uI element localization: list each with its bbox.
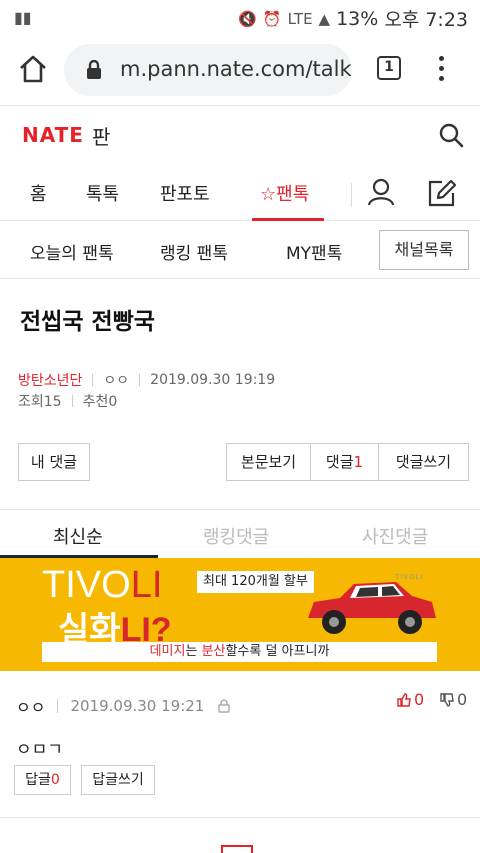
site-header: NATE 판 (0, 107, 480, 163)
signal-icon: ▲ (318, 9, 331, 28)
next-element-fragment (221, 845, 253, 853)
notification-icon: ▮▮ (14, 8, 32, 27)
clock-text: 오후 7:23 (384, 9, 468, 31)
meta-divider (71, 395, 73, 407)
ad-headline-1: TIVOLI (42, 564, 163, 606)
comment-author: ㅇㅇ (16, 698, 46, 717)
ad-banner[interactable]: TIVOLI 실화LI? 최대 120개월 할부 TIVOLI 데미지는 분산할… (0, 558, 480, 671)
reply-label: 답글 (25, 772, 51, 788)
section-title[interactable]: 판 (92, 121, 110, 150)
downvote-button[interactable]: 0 (440, 690, 467, 709)
nav-divider (351, 183, 352, 207)
nav-fantalk[interactable]: ☆팬톡 (260, 180, 309, 206)
nate-logo[interactable]: NATE (22, 123, 84, 147)
post-recommends: 추천0 (82, 394, 118, 410)
tab-switcher-button[interactable]: 1 (377, 56, 401, 80)
status-icons: 🔇 ⏰ LTE ▲ 13% 오후 7:23 (238, 5, 468, 32)
tab-ranking[interactable]: 랭킹댓글 (203, 523, 269, 549)
divider (0, 817, 480, 818)
thumbs-up-icon (397, 692, 411, 707)
main-nav: 홈 톡톡 판포토 ☆팬톡 (0, 163, 480, 221)
nav-home[interactable]: 홈 (30, 180, 47, 206)
comments-button[interactable]: 댓글1 (311, 443, 379, 481)
view-body-button[interactable]: 본문보기 (226, 443, 311, 481)
subnav-today[interactable]: 오늘의 팬톡 (30, 239, 114, 264)
post-stats: 조회15 추천0 (18, 391, 117, 411)
search-icon[interactable] (438, 122, 464, 148)
post-date: 2019.09.30 19:19 (150, 372, 276, 388)
comment-sort-tabs: 최신순 랭킹댓글 사진댓글 (0, 509, 480, 558)
tab-latest[interactable]: 최신순 (53, 523, 103, 549)
more-menu-icon[interactable] (437, 56, 445, 82)
tab-photo[interactable]: 사진댓글 (362, 523, 428, 549)
upvote-button[interactable]: 0 (397, 690, 424, 709)
ad-promo: 최대 120개월 할부 (197, 571, 314, 593)
post-action-group: 본문보기 댓글1 댓글쓰기 (226, 443, 469, 481)
comment-date: 2019.09.30 19:21 (70, 697, 205, 715)
network-label: LTE (287, 9, 313, 28)
write-icon[interactable] (426, 177, 458, 209)
sub-nav: 오늘의 팬톡 랭킹 팬톡 MY팬톡 채널목록 (0, 221, 480, 279)
address-bar[interactable]: m.pann.nate.com/talk/rep (64, 44, 352, 96)
my-comments-button[interactable]: 내 댓글 (18, 443, 90, 481)
meta-divider (92, 374, 94, 386)
user-icon[interactable] (366, 177, 396, 207)
post-title: 전씹국 전빵국 (20, 309, 155, 335)
ad-tagline: 데미지는 분산할수록 덜 아프니까 (42, 642, 437, 662)
battery-text: 13% (336, 7, 379, 30)
ad-brand: TIVOLI (395, 573, 424, 581)
post-author: ㅇㅇ (103, 373, 130, 389)
silent-icon: 🔇 (238, 9, 257, 28)
upvote-count: 0 (414, 690, 425, 709)
thumbs-down-icon (440, 692, 454, 707)
meta-divider (139, 374, 141, 386)
home-icon[interactable] (18, 54, 48, 84)
report-icon[interactable] (218, 699, 231, 713)
comment-text: ㅇㅁㄱ (16, 740, 63, 760)
channel-list-button[interactable]: 채널목록 (379, 230, 469, 270)
comments-count: 1 (353, 453, 364, 471)
subnav-my[interactable]: MY팬톡 (286, 239, 342, 264)
meta-divider (57, 699, 59, 713)
post-views: 조회15 (18, 394, 62, 410)
comments-label: 댓글 (325, 453, 354, 471)
reply-button[interactable]: 답글0 (14, 765, 71, 795)
subnav-ranking[interactable]: 랭킹 팬톡 (160, 239, 228, 264)
post-meta: 방탄소년단 ㅇㅇ 2019.09.30 19:19 (18, 370, 275, 390)
reply-count: 0 (50, 772, 60, 788)
nav-toktok[interactable]: 톡톡 (86, 180, 119, 206)
post-channel[interactable]: 방탄소년단 (18, 370, 82, 390)
alarm-icon: ⏰ (262, 9, 282, 28)
status-bar: ▮▮ 🔇 ⏰ LTE ▲ 13% 오후 7:23 (0, 0, 480, 34)
url-text: m.pann.nate.com/talk/rep (120, 57, 352, 81)
comment-meta: ㅇㅇ 2019.09.30 19:21 (16, 694, 231, 718)
write-comment-button[interactable]: 댓글쓰기 (379, 443, 469, 481)
browser-toolbar: m.pann.nate.com/talk/rep 1 (0, 34, 480, 106)
lock-icon (87, 60, 101, 79)
downvote-count: 0 (457, 690, 468, 709)
nav-panphoto[interactable]: 판포토 (160, 180, 210, 206)
write-reply-button[interactable]: 답글쓰기 (81, 765, 155, 795)
